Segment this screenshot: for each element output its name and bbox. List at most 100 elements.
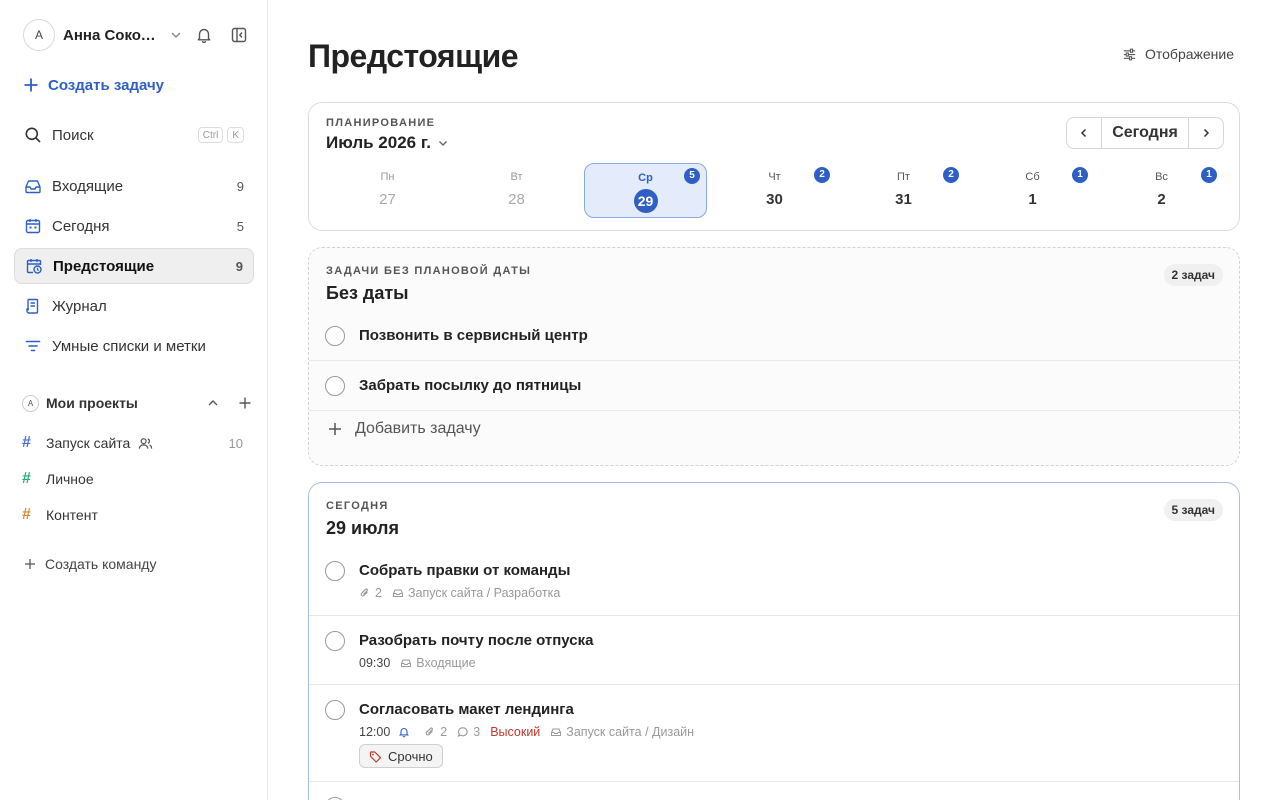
task-project[interactable]: Входящие [400,656,476,670]
sliders-icon [1123,48,1136,60]
team-icon [139,437,153,449]
add-project-icon[interactable] [238,396,252,410]
day-cell-tue[interactable]: Вт 28 [455,163,578,218]
prev-week-button[interactable] [1067,118,1101,148]
sidebar-item-count: 9 [235,258,243,274]
day-name: Вт [510,171,523,183]
create-task-button[interactable]: Создать задачу [22,76,164,94]
task-time: 12:00 [359,725,391,739]
sidebar-item-upcoming[interactable]: Предстоящие 9 [14,248,254,284]
add-task-button[interactable]: Добавить задачу [327,420,481,438]
day-cell-fri[interactable]: Пт 31 2 [842,163,965,218]
task-title: Согласовать макет лендинга [359,701,574,718]
projects-header-label: Мои проекты [46,395,138,411]
paperclip-icon [425,727,434,736]
journal-icon [26,298,39,314]
day-task-badge: 2 [814,167,830,183]
attachments: 2 [359,586,382,600]
task-project-label: Запуск сайта / Дизайн [566,725,695,739]
task-checkbox[interactable] [325,326,345,346]
task-project-label: Запуск сайта / Разработка [407,586,561,600]
sidebar-item-today[interactable]: Сегодня 5 [14,208,254,244]
section-title: 29 июля [326,518,399,538]
day-name: Пн [380,171,395,183]
workspace-avatar: А [22,394,39,412]
sidebar-item-journal[interactable]: Журнал [14,288,254,324]
day-cell-wed[interactable]: Ср 29 5 [584,163,707,218]
sidebar: А Анна Соколова Создать задачу Поиск Ctr… [0,0,268,800]
task-row[interactable] [309,781,1239,800]
sidebar-collapse-icon[interactable] [230,26,248,44]
day-number: 28 [508,191,525,208]
kbd-ctrl: Ctrl [197,127,224,143]
chevron-up-icon[interactable] [206,396,220,410]
task-project[interactable]: Запуск сайта / Дизайн [550,725,694,739]
sidebar-item-smart-lists[interactable]: Умные списки и метки [14,328,254,364]
task-title: Собрать правки от команды [359,562,571,579]
reminder [398,726,414,738]
tag-icon [369,750,382,763]
project-item-personal[interactable]: # Личное [22,469,247,489]
task-checkbox[interactable] [325,700,345,720]
hash-icon: # [22,470,31,487]
attachments: 2 [424,725,447,739]
project-item-content[interactable]: # Контент [22,505,247,525]
chevron-right-icon [1203,128,1210,138]
next-week-button[interactable] [1189,118,1223,148]
today-button[interactable]: Сегодня [1101,118,1189,148]
comments: 3 [457,725,480,739]
avatar: А [23,19,55,51]
day-cell-mon[interactable]: Пн 27 [326,163,449,218]
task-project-label: Входящие [416,656,476,670]
create-team-label: Создать команду [45,556,157,572]
search-button[interactable]: Поиск Ctrl K [24,124,244,146]
section-caption: ЗАДАЧИ БЕЗ ПЛАНОВОЙ ДАТЫ [326,265,532,277]
today-section: СЕГОДНЯ 29 июля 5 задач Собрать правки о… [308,482,1240,800]
task-row[interactable]: Собрать правки от команды 2 Запуск сайта… [309,546,1239,615]
month-picker[interactable]: Июль 2026 г. [326,133,449,153]
task-checkbox[interactable] [325,631,345,651]
day-task-badge: 1 [1201,167,1217,183]
display-settings-button[interactable]: Отображение [1122,46,1234,62]
projects-header[interactable]: А Мои проекты [22,393,252,413]
planning-card: ПЛАНИРОВАНИЕ Июль 2026 г. Сегодня Пн 27 … [308,102,1240,231]
inbox-icon [392,589,403,597]
plus-icon [329,423,341,435]
create-team-button[interactable]: Создать команду [24,556,156,572]
chevron-left-icon [1080,128,1087,138]
chevron-down-icon [171,32,181,38]
day-cell-sun[interactable]: Вс 2 1 [1100,163,1223,218]
plus-icon [25,559,35,569]
task-tag[interactable]: Срочно [359,744,443,768]
task-row[interactable]: Разобрать почту после отпуска 09:30 Вход… [309,615,1239,684]
inbox-icon [25,180,41,194]
inbox-icon [551,728,562,736]
day-number: 31 [895,191,912,208]
search-icon [25,127,41,143]
inbox-icon [401,659,412,667]
task-checkbox[interactable] [325,561,345,581]
project-label: Контент [46,507,98,523]
calendar-clock-icon [26,259,42,274]
attachments-count: 2 [375,586,382,600]
sidebar-item-label: Сегодня [52,217,110,235]
user-menu[interactable]: А Анна Соколова [23,18,253,52]
task-row[interactable]: Забрать посылку до пятницы [309,360,1239,410]
comment-icon [457,727,468,737]
bell-icon [399,728,410,738]
month-label: Июль 2026 г. [326,133,431,152]
task-meta: 12:00 2 3 Высокий Запуск сайта / Дизайн [359,725,704,739]
project-item-site-launch[interactable]: # Запуск сайта 10 [22,433,247,453]
day-cell-sat[interactable]: Сб 1 1 [971,163,1094,218]
sidebar-item-count: 9 [236,178,244,194]
task-project[interactable]: Запуск сайта / Разработка [392,586,560,600]
task-row[interactable]: Позвонить в сервисный центр [309,311,1239,361]
task-priority: Высокий [490,725,541,739]
sidebar-item-inbox[interactable]: Входящие 9 [14,168,254,204]
user-name: Анна Соколова [63,26,161,44]
bell-icon[interactable] [195,26,213,44]
search-label: Поиск [52,126,94,144]
task-checkbox[interactable] [325,376,345,396]
task-row[interactable]: Согласовать макет лендинга 12:00 2 3 Выс… [309,684,1239,781]
day-cell-thu[interactable]: Чт 30 2 [713,163,836,218]
